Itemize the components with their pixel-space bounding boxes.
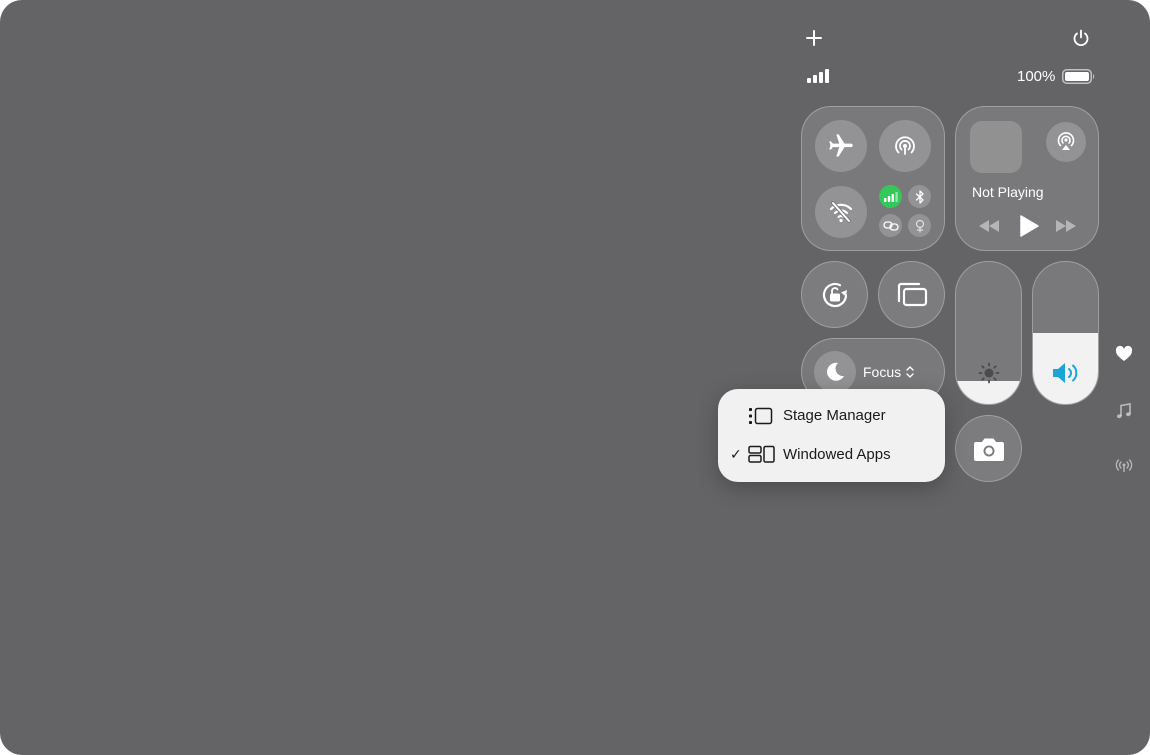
- fast-forward-icon: [1056, 220, 1076, 232]
- plus-icon: [806, 30, 822, 46]
- wifi-off-icon: [829, 201, 853, 223]
- rewind-button[interactable]: [977, 218, 1001, 234]
- rotation-lock-button[interactable]: [801, 261, 868, 328]
- windowed-apps-icon: [748, 444, 776, 464]
- cellular-icon: [883, 191, 898, 202]
- brightness-icon-wrap: [977, 361, 1001, 385]
- focus-moon-circle: [814, 351, 856, 393]
- music-page-indicator[interactable]: [1115, 402, 1133, 420]
- bluetooth-icon: [915, 189, 924, 204]
- speaker-icon: [1053, 363, 1078, 383]
- airdrop-icon: [895, 136, 915, 155]
- signal-bars-icon: [807, 69, 829, 83]
- now-playing-title: Not Playing: [972, 184, 1044, 200]
- rotation-lock-icon: [822, 282, 847, 307]
- fast-forward-button[interactable]: [1054, 218, 1078, 234]
- menu-item-checkmark: ✓: [730, 446, 742, 462]
- stage-manager-icon: [748, 406, 774, 426]
- play-icon: [1020, 215, 1039, 237]
- screen-mirroring-button[interactable]: [878, 261, 945, 328]
- focus-expand-chevron: [905, 365, 915, 379]
- now-playing-panel[interactable]: Not Playing: [955, 106, 1099, 251]
- connectivity-panel: [801, 106, 945, 251]
- control-center-screen: 100% Not Playing Focus Stage Manager ✓ W…: [0, 0, 1150, 755]
- add-control-button[interactable]: [804, 28, 824, 48]
- airplay-button[interactable]: [1046, 122, 1086, 162]
- favorites-page-indicator[interactable]: [1115, 345, 1133, 363]
- battery-icon: [1062, 69, 1095, 84]
- menu-item-label: Windowed Apps: [783, 446, 891, 463]
- power-button[interactable]: [1071, 28, 1091, 48]
- chevron-up-down-icon: [906, 366, 914, 378]
- focus-label: Focus: [863, 364, 902, 380]
- battery-percentage: 100%: [1017, 68, 1056, 85]
- wifi-button[interactable]: [815, 186, 867, 238]
- airdrop-button[interactable]: [879, 120, 931, 172]
- power-icon: [1073, 29, 1089, 47]
- battery-indicator: [1062, 69, 1096, 84]
- link-icon: [882, 220, 899, 231]
- camera-icon: [973, 438, 1004, 461]
- sun-icon: [978, 362, 1000, 384]
- brightness-slider[interactable]: [955, 261, 1022, 405]
- menu-item-windowed-apps[interactable]: ✓ Windowed Apps: [718, 435, 945, 473]
- album-artwork: [970, 121, 1022, 173]
- menu-item-stage-manager[interactable]: Stage Manager: [718, 397, 945, 435]
- music-note-icon: [1116, 403, 1131, 419]
- airplane-icon: [829, 134, 853, 157]
- heart-icon: [1115, 345, 1133, 361]
- volume-icon-wrap: [1051, 361, 1083, 385]
- vpn-button[interactable]: [908, 214, 931, 237]
- connectivity-page-indicator[interactable]: [1115, 457, 1133, 475]
- volume-slider[interactable]: [1032, 261, 1099, 405]
- rewind-icon: [979, 220, 999, 232]
- moon-icon: [827, 362, 844, 381]
- cellular-data-button[interactable]: [879, 185, 902, 208]
- vpn-icon: [915, 219, 924, 233]
- screen-mirroring-icon: [897, 282, 927, 306]
- personal-hotspot-button[interactable]: [879, 214, 902, 237]
- airplane-mode-button[interactable]: [815, 120, 867, 172]
- bluetooth-button[interactable]: [908, 185, 931, 208]
- menu-item-label: Stage Manager: [783, 407, 886, 424]
- multitasking-menu: Stage Manager ✓ Windowed Apps: [718, 389, 945, 482]
- play-button[interactable]: [1018, 214, 1040, 238]
- camera-button[interactable]: [955, 415, 1022, 482]
- airplay-icon: [1057, 132, 1075, 150]
- signal-strength: [807, 69, 831, 83]
- radio-waves-icon: [1115, 459, 1133, 472]
